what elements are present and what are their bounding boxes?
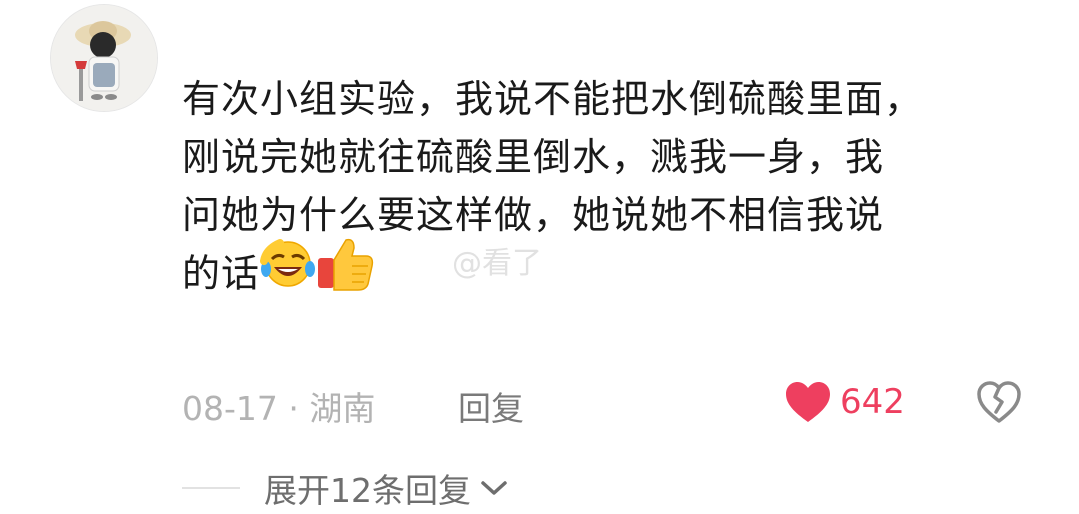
comment-text: 有次小组实验，我说不能把水倒硫酸里面， 刚说完她就往硫酸里倒水，溅我一身，我 问… bbox=[182, 70, 1042, 308]
heart-icon bbox=[786, 382, 830, 422]
expand-replies-label: 展开12条回复 bbox=[264, 471, 471, 510]
avatar[interactable] bbox=[50, 4, 158, 112]
comment-line: 有次小组实验，我说不能把水倒硫酸里面， bbox=[182, 77, 924, 121]
comment-line-text: 的话 bbox=[182, 251, 261, 296]
like-button[interactable]: 642 bbox=[784, 378, 905, 426]
expand-replies[interactable]: 展开12条回复 bbox=[182, 466, 509, 510]
dislike-button[interactable] bbox=[976, 380, 1022, 424]
thumbs-up-emoji bbox=[316, 236, 374, 308]
avatar-image bbox=[51, 5, 157, 111]
comment-line: 刚说完她就往硫酸里倒水，溅我一身，我 bbox=[182, 135, 885, 179]
watermark: @看了 bbox=[452, 246, 542, 281]
broken-heart-icon bbox=[977, 381, 1021, 423]
comment-date-location: 08-17 · 湖南 bbox=[182, 389, 376, 428]
divider bbox=[182, 487, 240, 489]
comment-line: 问她为什么要这样做，她说她不相信我说 bbox=[182, 193, 885, 237]
rofl-emoji bbox=[260, 239, 316, 305]
reply-button[interactable]: 回复 bbox=[458, 382, 524, 430]
like-count: 642 bbox=[840, 382, 905, 422]
comment-line-last: 的话 bbox=[182, 238, 1042, 308]
chevron-down-icon bbox=[481, 481, 507, 495]
